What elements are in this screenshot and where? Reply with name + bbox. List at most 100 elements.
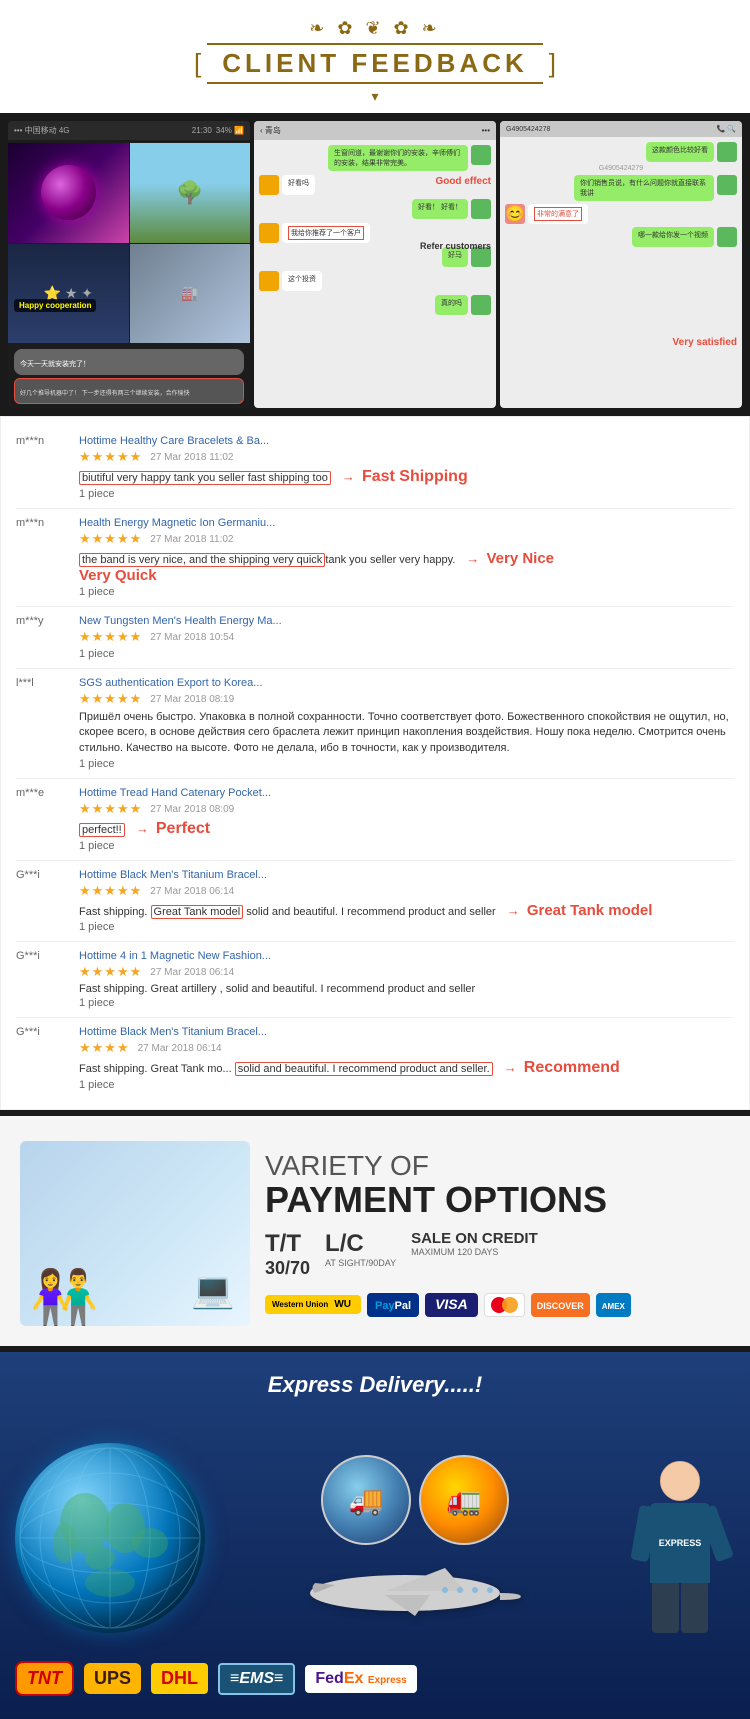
review-date-3: 27 Mar 2018 10:54	[150, 632, 234, 643]
review-row-4: l***l SGS authentication Export to Korea…	[16, 669, 734, 779]
couple-silhouette: 👫	[30, 1271, 98, 1326]
review-product-8: Hottime Black Men's Titanium Bracel...	[79, 1026, 734, 1038]
delivery-title-container: Express Delivery.....!	[15, 1372, 735, 1398]
review-text-8: Fast shipping. Great Tank mo... solid an…	[79, 1059, 734, 1077]
visa-logo: VISA	[425, 1293, 478, 1317]
review-stars-3: ★★★★★	[79, 629, 142, 645]
review-date-8: 27 Mar 2018 06:14	[138, 1043, 222, 1054]
review-text-1: biutiful very happy tank you seller fast…	[79, 468, 734, 486]
review-product-1: Hottime Healthy Care Bracelets & Ba...	[79, 435, 734, 447]
review-date-1: 27 Mar 2018 11:02	[150, 452, 233, 463]
delivery-visuals-row: 🚚 🚛	[15, 1413, 735, 1633]
review-stars-4: ★★★★★	[79, 691, 142, 707]
chat-screenshots-section: ••• 中国移动 4G 21:30 34% 📶 🌳 ⭐ ★ ✦ 🏭 Happy …	[0, 113, 750, 416]
review-product-2: Health Energy Magnetic Ion Germaniu...	[79, 517, 734, 529]
review-user-1: m***n	[16, 435, 71, 447]
review-user-6: G***i	[16, 869, 71, 881]
review-pieces-7: 1 piece	[79, 997, 734, 1009]
chat3-msg-in: 😊 非常的满意了	[505, 204, 737, 224]
wechat-msg-in-3: 这个投资	[259, 271, 491, 291]
review-pieces-2: 1 piece	[79, 586, 734, 598]
delivery-section: Express Delivery.....!	[0, 1352, 750, 1719]
review-text-5: perfect!! → Perfect	[79, 820, 734, 838]
truck-circle-1: 🚚	[321, 1455, 411, 1545]
review-row-6: G***i Hottime Black Men's Titanium Brace…	[16, 861, 734, 942]
review-product-3: New Tungsten Men's Health Energy Ma...	[79, 615, 734, 627]
refer-customers-label: Refer customers	[420, 241, 491, 251]
review-user-7: G***i	[16, 950, 71, 962]
payment-text-content: VARIETY OF PAYMENT OPTIONS T/T 30/70 L/C…	[265, 1151, 730, 1317]
tnt-logo: TNT	[15, 1661, 74, 1696]
chat-img-landscape: 🌳	[130, 143, 251, 243]
chat-img-moon	[8, 143, 129, 243]
chat3-msg-1: 这款颜色比较好看	[505, 142, 737, 162]
review-row-7: G***i Hottime 4 in 1 Magnetic New Fashio…	[16, 942, 734, 1018]
fedex-logo: FedEx Express	[305, 1665, 416, 1693]
review-pieces-8: 1 piece	[79, 1079, 734, 1091]
chat-chinese-text-1: 今天一天就安装完了！	[20, 361, 90, 368]
amex-logo: AMEX	[596, 1293, 631, 1317]
review-row-1: m***n Hottime Healthy Care Bracelets & B…	[16, 427, 734, 509]
delivery-title: Express Delivery.....!	[268, 1372, 482, 1397]
payment-couple-image: 👫 💻	[20, 1141, 250, 1326]
payment-logos-row: Western Union WU PayPal VISA D	[265, 1293, 730, 1317]
plane-svg	[305, 1558, 525, 1628]
chat-img-industrial: 🏭	[130, 244, 251, 344]
plane-container	[300, 1553, 530, 1633]
very-satisfied-label: Very satisfied	[673, 337, 737, 348]
review-date-6: 27 Mar 2018 06:14	[150, 886, 234, 897]
paypal-logo: PayPal	[367, 1293, 419, 1317]
chat3-msg-2: 你们销售员说，有什么问题你就直接联系我讲	[505, 175, 737, 201]
review-text-4: Пришёл очень быстро. Упаковка в полной с…	[79, 710, 734, 756]
payment-options-text: PAYMENT OPTIONS	[265, 1182, 730, 1218]
western-union-logo: Western Union WU	[265, 1295, 361, 1314]
wechat-msg-out-1: 生窗间道，最谢谢你们的安装，辛师傅们的安装，结果非常完美。	[259, 145, 491, 171]
review-stars-8: ★★★★	[79, 1040, 130, 1056]
review-stars-1: ★★★★★	[79, 449, 142, 465]
wechat-msg-in-2: 我给你推荐了一个客户	[259, 223, 491, 243]
courier-logos-row: TNT UPS DHL ≡EMS≡ FedEx Express	[15, 1653, 735, 1704]
dhl-logo: DHL	[151, 1663, 208, 1694]
payment-type-tt: T/T 30/70	[265, 1230, 310, 1279]
chat-box-2: ‹ 青岛 ••• 生窗间道，最谢谢你们的安装，辛师傅们的安装，结果非常完美。 好…	[254, 121, 496, 408]
client-feedback-header: ❧ ✿ ❦ ✿ ❧ [ CLIENT FEEDBACK ] ▾	[0, 0, 750, 113]
review-pieces-4: 1 piece	[79, 758, 734, 770]
review-date-7: 27 Mar 2018 06:14	[150, 967, 234, 978]
review-date-5: 27 Mar 2018 08:09	[150, 804, 234, 815]
review-stars-7: ★★★★★	[79, 964, 142, 980]
review-text-6: Fast shipping. Great Tank model solid an…	[79, 902, 734, 919]
review-date-2: 27 Mar 2018 11:02	[150, 534, 233, 545]
review-text-7: Fast shipping. Great artillery , solid a…	[79, 983, 734, 995]
review-user-5: m***e	[16, 787, 71, 799]
review-user-2: m***n	[16, 517, 71, 529]
review-pieces-6: 1 piece	[79, 921, 734, 933]
review-product-4: SGS authentication Export to Korea...	[79, 677, 734, 689]
chat2-back: ‹ 青岛	[260, 125, 281, 136]
review-pieces-3: 1 piece	[79, 648, 734, 660]
delivery-man-container: EXPRESS	[625, 1413, 735, 1633]
payment-types-row: T/T 30/70 L/C AT SIGHT/90DAY SALE ON CRE…	[265, 1230, 730, 1279]
laptop-icon: 💻	[191, 1270, 235, 1311]
review-user-4: l***l	[16, 677, 71, 689]
delivery-plane-container: 🚚 🚛	[215, 1455, 615, 1633]
review-product-7: Hottime 4 in 1 Magnetic New Fashion...	[79, 950, 734, 962]
payment-type-credit: SALE ON CREDIT MAXIMUM 120 DAYS	[411, 1230, 538, 1257]
review-user-3: m***y	[16, 615, 71, 627]
chat-box-3: G4905424278 📞 🔍 这款颜色比较好看 G4905424279 你们销…	[500, 121, 742, 408]
ems-logo: ≡EMS≡	[218, 1663, 295, 1695]
chat3-icons: 📞 🔍	[717, 125, 736, 133]
chat-box-1: ••• 中国移动 4G 21:30 34% 📶 🌳 ⭐ ★ ✦ 🏭 Happy …	[8, 121, 250, 408]
review-row-8: G***i Hottime Black Men's Titanium Brace…	[16, 1018, 734, 1099]
ornament-top: ❧ ✿ ❦ ✿ ❧	[0, 18, 750, 39]
ups-logo: UPS	[84, 1663, 141, 1694]
review-stars-6: ★★★★★	[79, 883, 142, 899]
review-row-5: m***e Hottime Tread Hand Catenary Pocket…	[16, 779, 734, 861]
reviews-section: m***n Hottime Healthy Care Bracelets & B…	[0, 416, 750, 1110]
chat3-timestamp: G4905424279	[505, 165, 737, 172]
truck-circle-2: 🚛	[419, 1455, 509, 1545]
chat-chinese-text-2: 好几个推导机器中了！ 下一步还得有两三个继续安装，合作愉快	[20, 391, 190, 397]
discover-logo: DISCOVER	[531, 1293, 590, 1317]
review-row-2: m***n Health Energy Magnetic Ion Germani…	[16, 509, 734, 607]
payment-type-lc: L/C AT SIGHT/90DAY	[325, 1230, 396, 1268]
good-effect-label: Good effect	[435, 176, 491, 187]
